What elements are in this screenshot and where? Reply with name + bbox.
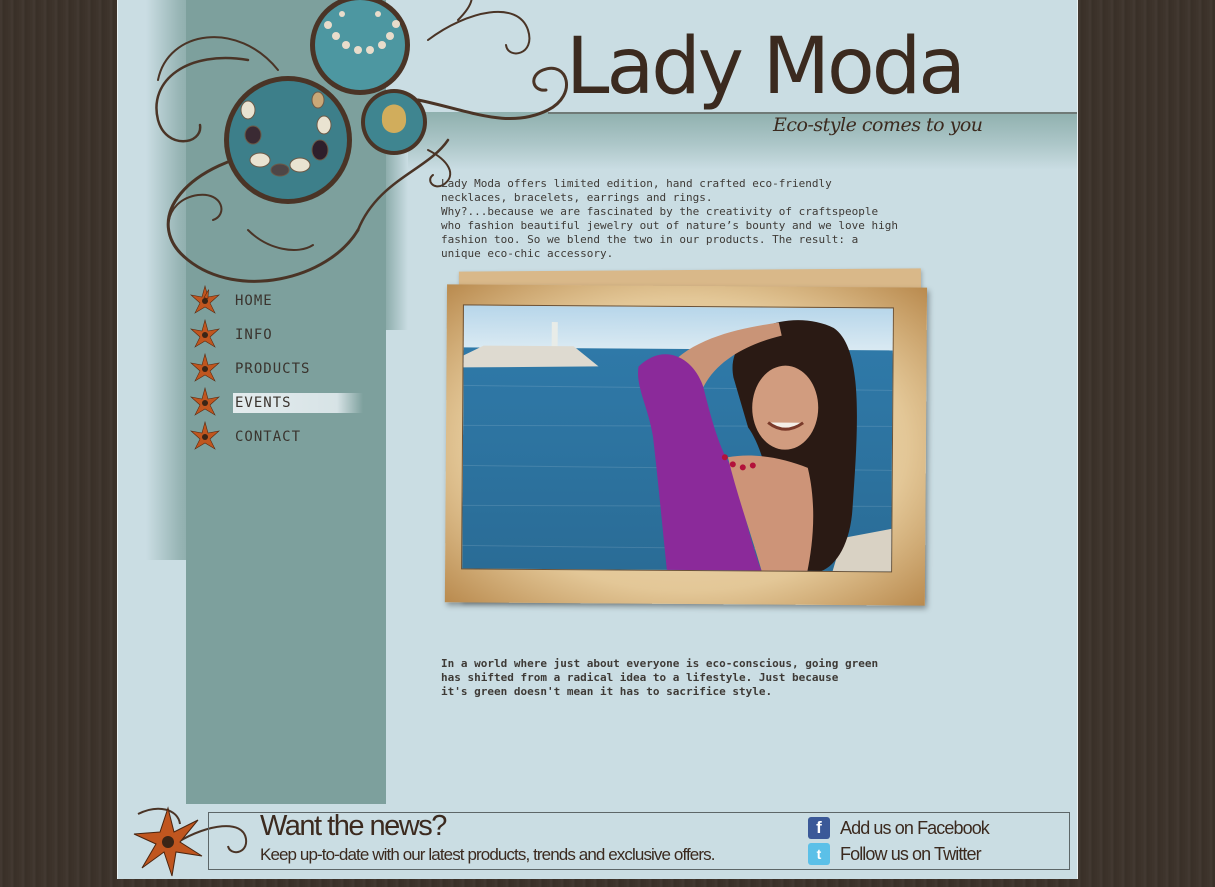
facebook-link[interactable]: f Add us on Facebook	[808, 817, 990, 839]
nav-label: CONTACT	[235, 429, 302, 445]
flower-star-icon	[190, 420, 220, 450]
twitter-label: Follow us on Twitter	[840, 843, 982, 864]
twitter-link[interactable]: t Follow us on Twitter	[808, 843, 982, 865]
newsletter-subtitle: Keep up-to-date with our latest products…	[260, 845, 715, 864]
nav-label: HOME	[235, 293, 273, 309]
newsletter-footer: Want the news? Keep up-to-date with our …	[117, 804, 1078, 879]
manifesto-paragraph: In a world where just about everyone is …	[441, 657, 879, 698]
brand-title: Lady Moda	[566, 22, 966, 112]
nav-item-info[interactable]: INFO	[188, 318, 378, 352]
brand-tagline: Eco-style comes to you	[773, 114, 983, 136]
flower-star-icon	[190, 284, 220, 314]
nav-item-contact[interactable]: CONTACT	[188, 420, 378, 454]
newsletter-title: Want the news?	[260, 810, 447, 842]
flower-star-icon	[190, 386, 220, 416]
nav-label: INFO	[235, 327, 273, 343]
twitter-icon: t	[808, 843, 830, 865]
nav-item-events[interactable]: EVENTS	[188, 386, 378, 420]
flower-star-icon	[190, 318, 220, 348]
facebook-label: Add us on Facebook	[840, 817, 990, 838]
nav-label: PRODUCTS	[235, 361, 311, 377]
intro-paragraph: Lady Moda offers limited edition, hand c…	[441, 177, 898, 260]
model-photo	[461, 304, 894, 573]
nav-item-home[interactable]: HOME	[188, 284, 378, 318]
main-nav: HOME INFO PRODUCTS EVENTS CONTACT	[188, 284, 378, 454]
seaside-model-image	[462, 305, 894, 573]
nav-label: EVENTS	[233, 393, 363, 413]
page-content: Lady Moda Eco-style comes to you Lady Mo…	[117, 0, 1078, 804]
vintage-photo-frame	[444, 268, 931, 607]
nav-item-products[interactable]: PRODUCTS	[188, 352, 378, 386]
flower-star-icon	[190, 352, 220, 382]
facebook-icon: f	[808, 817, 830, 839]
